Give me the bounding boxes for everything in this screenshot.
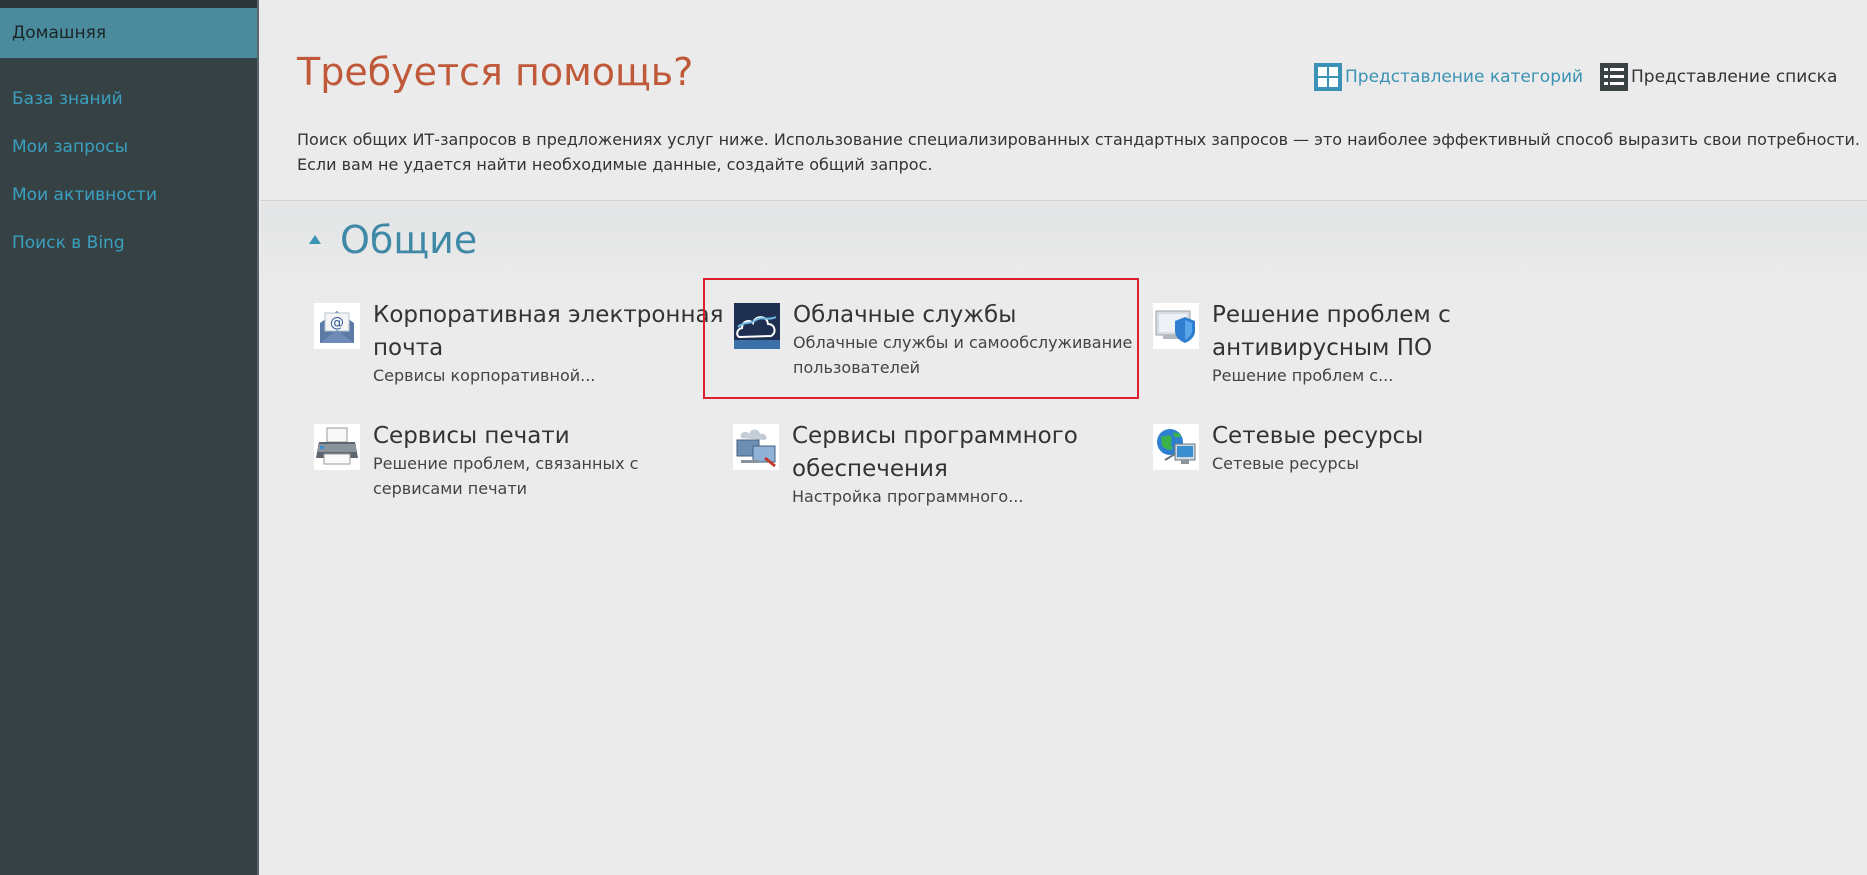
sidebar: Домашняя База знаний Мои запросы Мои акт… xyxy=(0,0,259,875)
sidebar-item-bing-search[interactable]: Поиск в Bing xyxy=(0,216,257,264)
antivirus-shield-icon xyxy=(1153,303,1199,349)
page-title: Требуется помощь? xyxy=(297,50,694,94)
service-tile-software[interactable]: Сервисы программного обеспечения Настрой… xyxy=(733,420,1153,510)
svg-text:@: @ xyxy=(330,315,344,331)
tile-title: Решение проблем с антивирусным ПО xyxy=(1212,302,1451,361)
cloud-icon xyxy=(734,303,780,349)
tile-title: Сервисы программного обеспечения xyxy=(792,423,1078,482)
section-header-band xyxy=(261,202,1867,284)
list-view-label: Представление списка xyxy=(1631,67,1838,87)
tile-title: Корпоративная электронная почта xyxy=(373,302,724,361)
sidebar-item-knowledge-base[interactable]: База знаний xyxy=(0,72,257,120)
service-tile-network[interactable]: Сетевые ресурсы Сетевые ресурсы xyxy=(1153,420,1573,510)
sidebar-top-strip xyxy=(0,0,257,8)
tile-description: Сервисы корпоративной... xyxy=(373,366,596,385)
tile-description: Настройка программного... xyxy=(792,487,1024,506)
section-title[interactable]: Общие xyxy=(340,218,477,262)
grid-view-icon xyxy=(1314,63,1342,91)
tile-title: Сетевые ресурсы xyxy=(1212,423,1424,449)
list-view-icon xyxy=(1600,63,1628,91)
email-icon: @ xyxy=(314,303,360,349)
main-content: Требуется помощь? Представление категори… xyxy=(261,0,1867,875)
network-globe-icon xyxy=(1153,424,1199,470)
service-tile-antivirus[interactable]: Решение проблем с антивирусным ПО Решени… xyxy=(1153,299,1573,399)
sidebar-item-home[interactable]: Домашняя xyxy=(0,8,257,58)
printer-icon xyxy=(314,424,360,470)
service-tile-printing[interactable]: Сервисы печати Решение проблем, связанны… xyxy=(314,420,734,510)
page-description: Поиск общих ИТ-запросов в предложениях у… xyxy=(297,130,1860,174)
tile-description: Облачные службы и самообслуживание польз… xyxy=(793,333,1133,377)
tile-description: Решение проблем с... xyxy=(1212,366,1394,385)
sidebar-item-my-requests[interactable]: Мои запросы xyxy=(0,120,257,168)
service-tile-email[interactable]: @ Корпоративная электронная почта Сервис… xyxy=(314,299,734,399)
tile-title: Облачные службы xyxy=(793,302,1017,328)
tile-title: Сервисы печати xyxy=(373,423,570,449)
section-collapse-icon[interactable] xyxy=(309,235,321,244)
category-view-button[interactable]: Представление категорий xyxy=(1314,63,1583,91)
service-tile-cloud[interactable]: Облачные службы Облачные службы и самооб… xyxy=(703,278,1139,399)
software-icon xyxy=(733,424,779,470)
category-view-label: Представление категорий xyxy=(1345,67,1584,87)
sidebar-item-my-activities[interactable]: Мои активности xyxy=(0,168,257,216)
list-view-button[interactable]: Представление списка xyxy=(1600,63,1837,91)
tile-description: Решение проблем, связанных с сервисами п… xyxy=(373,454,639,498)
header-divider xyxy=(261,200,1867,201)
tile-description: Сетевые ресурсы xyxy=(1212,454,1360,473)
